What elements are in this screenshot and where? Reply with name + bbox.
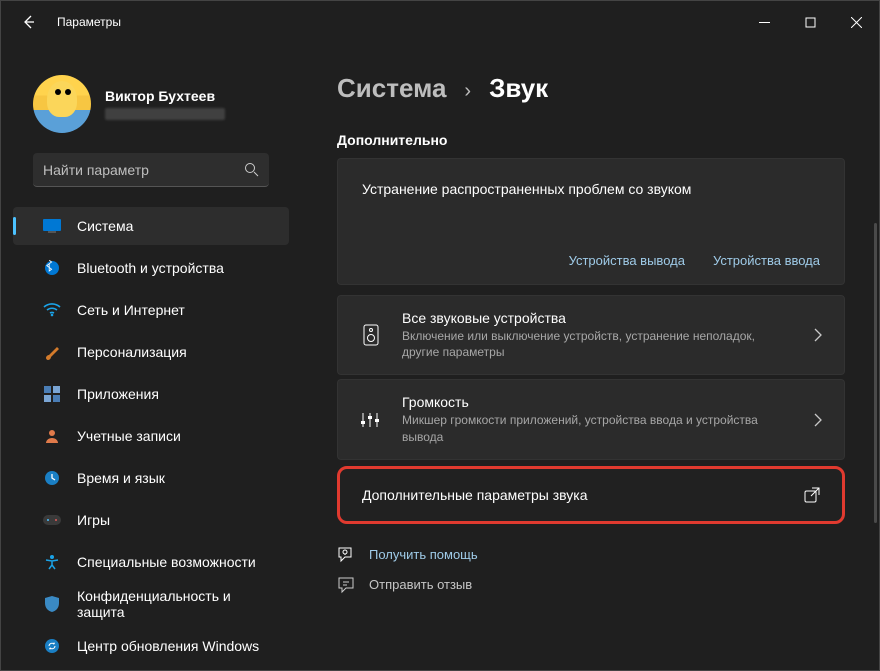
breadcrumb-parent[interactable]: Система: [337, 73, 446, 104]
content: Виктор Бухтеев Система Bluetooth и устро…: [1, 43, 879, 670]
sidebar-item-accounts[interactable]: Учетные записи: [13, 417, 289, 455]
minimize-icon: [759, 17, 770, 28]
close-icon: [851, 17, 862, 28]
main-panel: Система › Звук Дополнительно Устранение …: [301, 43, 879, 670]
more-sound-settings-row[interactable]: Дополнительные параметры звука: [337, 466, 845, 524]
sidebar-item-accessibility[interactable]: Специальные возможности: [13, 543, 289, 581]
section-heading: Дополнительно: [337, 132, 869, 148]
help-icon: [337, 546, 355, 564]
settings-window: Параметры Виктор Бухтеев: [0, 0, 880, 671]
maximize-button[interactable]: [787, 6, 833, 38]
system-icon: [43, 217, 61, 235]
input-devices-link[interactable]: Устройства ввода: [713, 253, 820, 268]
arrow-left-icon: [21, 14, 37, 30]
sidebar-item-windows-update[interactable]: Центр обновления Windows: [13, 627, 289, 665]
person-icon: [43, 427, 61, 445]
chevron-right-icon: [814, 413, 822, 427]
troubleshoot-card: Устранение распространенных проблем со з…: [337, 158, 845, 285]
sidebar-item-label: Bluetooth и устройства: [77, 260, 224, 276]
user-block[interactable]: Виктор Бухтеев: [5, 55, 297, 153]
search-input[interactable]: [43, 162, 244, 178]
sidebar-item-privacy[interactable]: Конфиденциальность и защита: [13, 585, 289, 623]
update-icon: [43, 637, 61, 655]
sidebar-item-network[interactable]: Сеть и Интернет: [13, 291, 289, 329]
page-title: Звук: [489, 73, 548, 104]
brush-icon: [43, 343, 61, 361]
chevron-right-icon: [814, 328, 822, 342]
window-title: Параметры: [57, 15, 121, 29]
output-devices-link[interactable]: Устройства вывода: [569, 253, 685, 268]
row-subtitle: Микшер громкости приложений, устройства …: [402, 412, 794, 444]
sidebar-item-label: Сеть и Интернет: [77, 302, 185, 318]
sidebar-item-bluetooth[interactable]: Bluetooth и устройства: [13, 249, 289, 287]
search-icon: [244, 162, 259, 177]
shield-icon: [43, 595, 61, 613]
titlebar: Параметры: [1, 1, 879, 43]
sidebar-item-label: Время и язык: [77, 470, 165, 486]
open-external-icon: [804, 487, 820, 503]
back-button[interactable]: [15, 8, 43, 36]
sidebar-item-label: Игры: [77, 512, 110, 528]
sidebar-item-label: Учетные записи: [77, 428, 181, 444]
all-sound-devices-row[interactable]: Все звуковые устройства Включение или вы…: [337, 295, 845, 375]
sidebar-item-apps[interactable]: Приложения: [13, 375, 289, 413]
clock-icon: [43, 469, 61, 487]
sidebar-item-personalization[interactable]: Персонализация: [13, 333, 289, 371]
maximize-icon: [805, 17, 816, 28]
close-button[interactable]: [833, 6, 879, 38]
window-controls: [741, 6, 879, 38]
accessibility-icon: [43, 553, 61, 571]
apps-icon: [43, 385, 61, 403]
breadcrumb: Система › Звук: [337, 73, 869, 104]
sidebar-item-system[interactable]: Система: [13, 207, 289, 245]
troubleshoot-links: Устройства вывода Устройства ввода: [362, 253, 820, 268]
sidebar-item-label: Специальные возможности: [77, 554, 256, 570]
row-texts: Громкость Микшер громкости приложений, у…: [402, 394, 794, 444]
sidebar-item-gaming[interactable]: Игры: [13, 501, 289, 539]
feedback-icon: [337, 576, 355, 594]
gamepad-icon: [43, 511, 61, 529]
row-texts: Все звуковые устройства Включение или вы…: [402, 310, 794, 360]
scrollbar[interactable]: [874, 223, 877, 523]
footer-links: Получить помощь Отправить отзыв: [337, 538, 869, 594]
get-help-link[interactable]: Получить помощь: [337, 546, 869, 564]
row-title: Все звуковые устройства: [402, 310, 794, 326]
minimize-button[interactable]: [741, 6, 787, 38]
row-subtitle: Включение или выключение устройств, устр…: [402, 328, 794, 360]
user-email-redacted: [105, 108, 225, 120]
bluetooth-icon: [43, 259, 61, 277]
search-box[interactable]: [33, 153, 269, 187]
troubleshoot-title: Устранение распространенных проблем со з…: [362, 181, 820, 197]
volume-mixer-row[interactable]: Громкость Микшер громкости приложений, у…: [337, 379, 845, 459]
sidebar: Виктор Бухтеев Система Bluetooth и устро…: [1, 43, 301, 670]
sidebar-item-label: Центр обновления Windows: [77, 638, 259, 654]
sidebar-item-label: Персонализация: [77, 344, 187, 360]
user-name: Виктор Бухтеев: [105, 88, 225, 104]
sidebar-item-label: Конфиденциальность и защита: [77, 588, 277, 620]
nav-list: Система Bluetooth и устройства Сеть и Ин…: [5, 197, 297, 665]
sidebar-item-time-language[interactable]: Время и язык: [13, 459, 289, 497]
mixer-icon: [360, 409, 382, 431]
row-title: Дополнительные параметры звука: [362, 487, 804, 503]
footer-link-label: Получить помощь: [369, 547, 478, 562]
speaker-icon: [360, 324, 382, 346]
sidebar-item-label: Система: [77, 218, 133, 234]
sidebar-item-label: Приложения: [77, 386, 159, 402]
chevron-right-icon: ›: [464, 80, 471, 103]
user-texts: Виктор Бухтеев: [105, 88, 225, 120]
avatar: [33, 75, 91, 133]
give-feedback-link[interactable]: Отправить отзыв: [337, 576, 869, 594]
row-title: Громкость: [402, 394, 794, 410]
wifi-icon: [43, 301, 61, 319]
search-row: [5, 153, 297, 197]
footer-link-label: Отправить отзыв: [369, 577, 472, 592]
